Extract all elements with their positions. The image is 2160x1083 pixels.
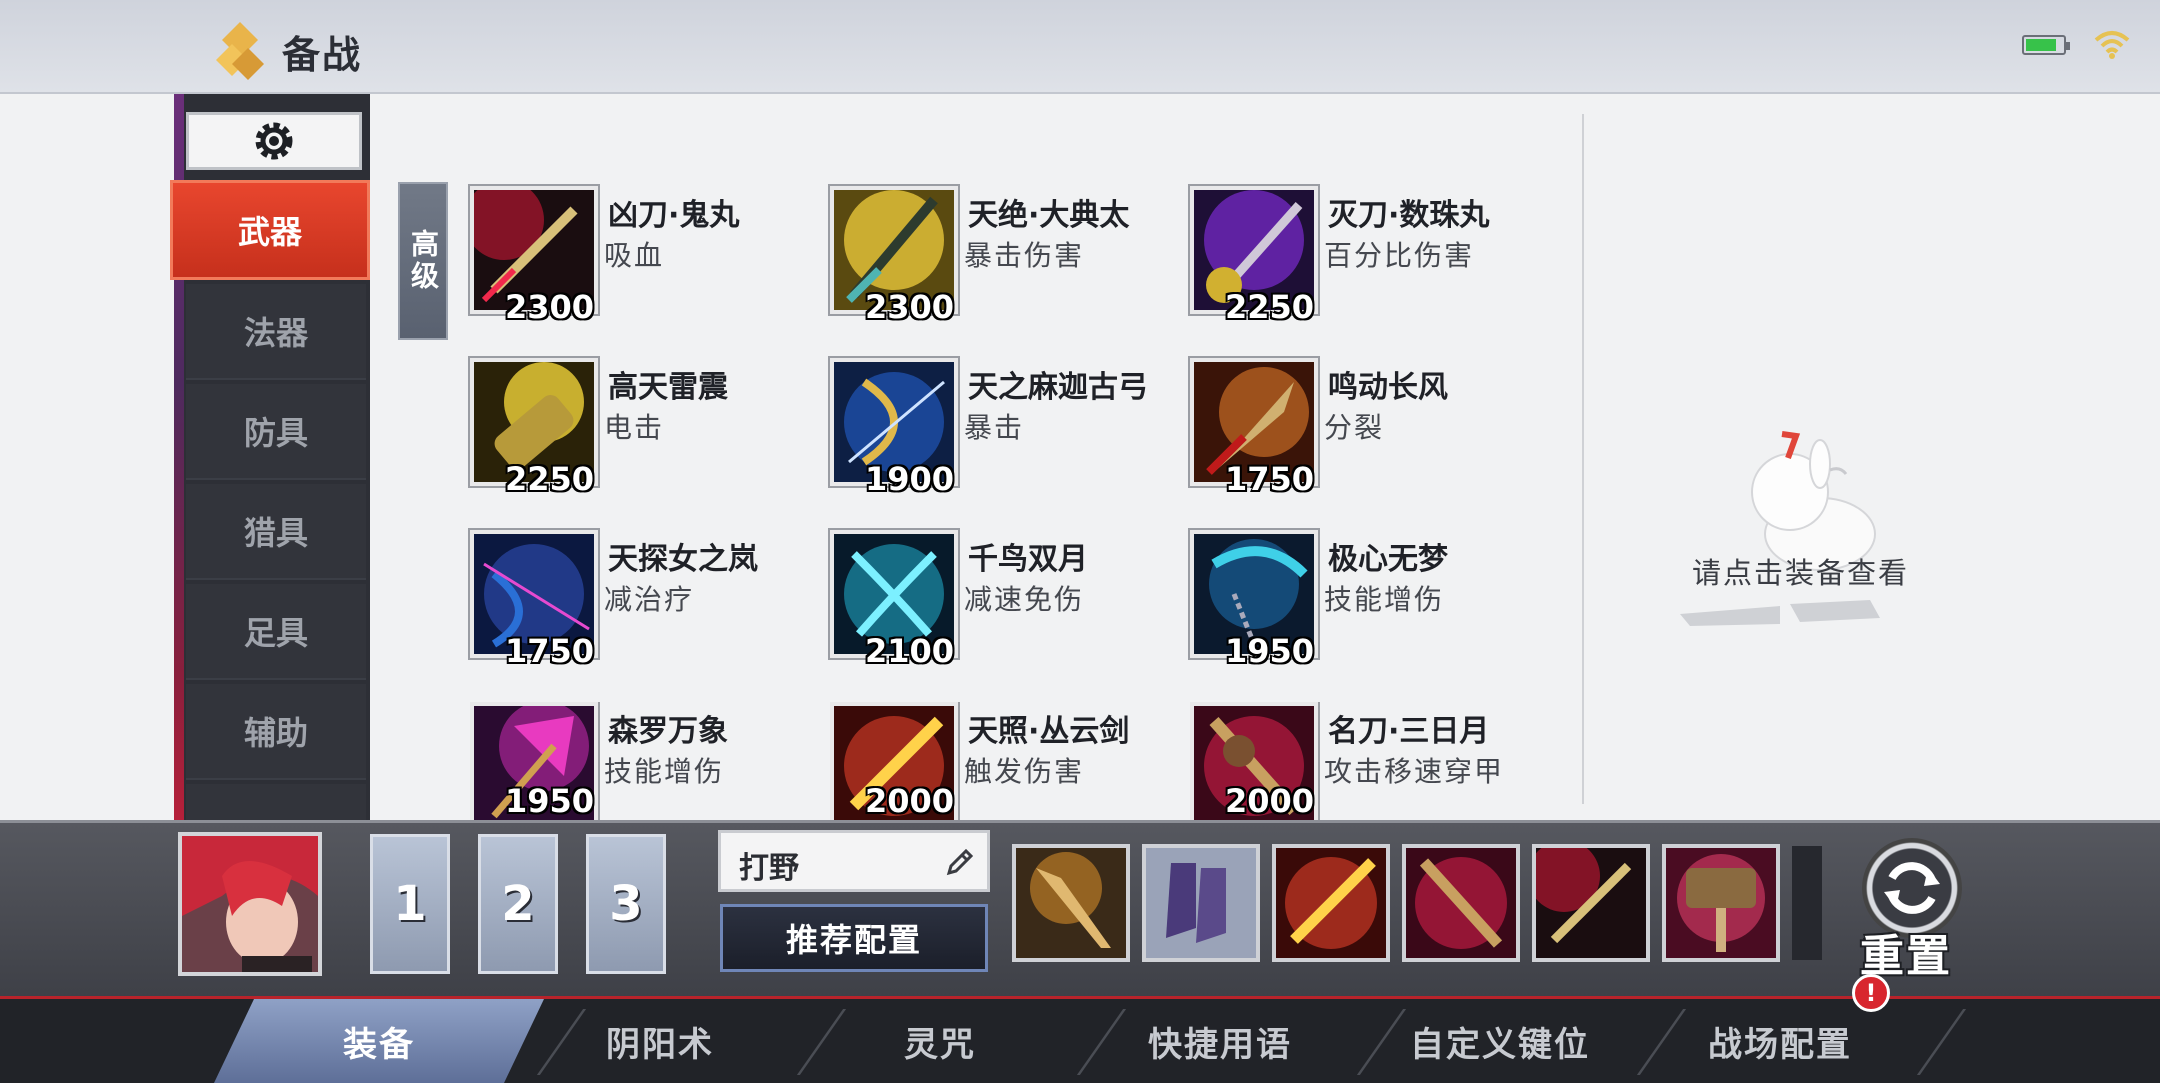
item-effect: 减治疗 [604,583,695,616]
loadout-slot-3[interactable]: 3 [586,834,666,974]
settings-button[interactable] [186,112,362,170]
item-card[interactable]: 2100 千鸟双月 减速免伤 [830,530,1170,670]
item-card[interactable]: 2250 高天雷震 电击 [470,358,810,498]
role-field[interactable]: 打野 [718,830,990,892]
item-price: 1950 [504,782,594,820]
item-name: 名刀·三日月 [1328,714,1490,749]
alert-badge: ! [1852,974,1890,1012]
item-effect: 百分比伤害 [1324,239,1475,272]
flame-sword-icon [1276,848,1386,958]
item-effect: 技能增伤 [1324,583,1445,616]
item-name: 森罗万象 [608,714,728,749]
category-more [186,784,366,822]
item-effect: 攻击移速穿甲 [1324,755,1505,788]
item-name: 天照·丛云剑 [968,714,1130,749]
item-effect: 吸血 [604,239,665,272]
item-effect: 暴击伤害 [964,239,1085,272]
item-effect: 暴击 [964,411,1025,444]
spear-icon [1016,848,1126,958]
shop-panel: 武器 法器 防具 猎具 足具 辅助 高级 2300 凶刀·鬼丸 吸血 2300 … [0,94,2160,822]
wifi-icon [2094,31,2130,59]
hammer-icon [1666,848,1776,958]
item-price: 1750 [504,632,594,670]
mascot-illustration [1680,431,1880,626]
item-name: 天绝·大典太 [968,198,1130,233]
item-name: 凶刀·鬼丸 [608,198,740,233]
tab-equipment[interactable]: 装备 [214,999,544,1083]
item-price: 2000 [864,782,954,820]
tier-tab-advanced[interactable]: 高级 [398,182,448,340]
category-armor[interactable]: 防具 [186,384,366,480]
panel-divider [1582,114,1584,804]
item-card[interactable]: 1900 天之麻迦古弓 暴击 [830,358,1170,498]
item-price: 2250 [1224,288,1314,326]
equipped-slot[interactable] [1142,844,1260,962]
katana-icon [1536,848,1646,958]
pencil-icon[interactable] [945,847,975,877]
tab-spells[interactable]: 灵咒 [820,999,1060,1083]
item-price: 2300 [504,288,594,326]
tab-battle-config[interactable]: 战场配置 [1660,999,1900,1083]
item-price: 2000 [1224,782,1314,820]
item-price: 2300 [864,288,954,326]
hero-avatar[interactable] [178,832,322,976]
category-support[interactable]: 辅助 [186,684,366,780]
item-price: 1950 [1224,632,1314,670]
item-effect: 技能增伤 [604,755,725,788]
item-name: 高天雷震 [608,370,728,405]
item-card[interactable]: 1750 鸣动长风 分裂 [1190,358,1530,498]
recommend-config-button[interactable]: 推荐配置 [720,904,988,972]
item-card[interactable]: 2300 凶刀·鬼丸 吸血 [470,186,810,326]
item-card[interactable]: 1950 极心无梦 技能增伤 [1190,530,1530,670]
item-card[interactable]: 2000 名刀·三日月 攻击移速穿甲 [1190,702,1530,820]
detail-hint: 请点击装备查看 [1692,556,1910,590]
item-price: 1900 [864,460,954,498]
top-bar: 备战 [0,0,2160,94]
item-name: 千鸟双月 [968,542,1088,577]
category-hunting[interactable]: 猎具 [186,484,366,580]
tab-quick-chat[interactable]: 快捷用语 [1100,999,1340,1083]
katana-icon [1406,848,1516,958]
equipped-slot[interactable] [1532,844,1650,962]
item-effect: 电击 [604,411,665,444]
page-title: 备战 [282,33,363,77]
bottom-nav: 装备 阴阳术 灵咒 快捷用语 自定义键位 战场配置 [0,996,2160,1083]
category-weapon[interactable]: 武器 [170,180,370,280]
item-name: 天之麻迦古弓 [968,370,1148,405]
loadout-slot-1[interactable]: 1 [370,834,450,974]
item-effect: 触发伤害 [964,755,1085,788]
battery-icon [2022,35,2070,55]
equipped-slot[interactable] [1012,844,1130,962]
tab-custom-keys[interactable]: 自定义键位 [1380,999,1620,1083]
category-boots[interactable]: 足具 [186,584,366,680]
role-value: 打野 [739,851,799,886]
gear-icon [255,122,293,160]
equipped-overflow [1792,846,1822,960]
boots-icon [1146,848,1256,958]
item-name: 极心无梦 [1328,542,1448,577]
item-price: 2250 [504,460,594,498]
category-magic-item[interactable]: 法器 [186,284,366,380]
item-name: 天探女之岚 [608,542,758,577]
tab-yinyang[interactable]: 阴阳术 [540,999,780,1083]
item-effect: 减速免伤 [964,583,1085,616]
nav-separator [1916,1009,1967,1075]
loadout-slot-2[interactable]: 2 [478,834,558,974]
item-card[interactable]: 2300 天绝·大典太 暴击伤害 [830,186,1170,326]
item-price: 1750 [1224,460,1314,498]
item-card[interactable]: 1950 森罗万象 技能增伤 [470,702,810,820]
equipped-slot[interactable] [1272,844,1390,962]
item-price: 2100 [864,632,954,670]
item-card[interactable]: 2250 灭刀·数珠丸 百分比伤害 [1190,186,1530,326]
logo-icon [216,22,264,80]
item-name: 灭刀·数珠丸 [1328,198,1490,233]
item-name: 鸣动长风 [1328,370,1448,405]
item-card[interactable]: 1750 天探女之岚 减治疗 [470,530,810,670]
equipped-slot[interactable] [1402,844,1520,962]
item-card[interactable]: 2000 天照·丛云剑 触发伤害 [830,702,1170,820]
equipped-slot[interactable] [1662,844,1780,962]
item-effect: 分裂 [1324,411,1385,444]
